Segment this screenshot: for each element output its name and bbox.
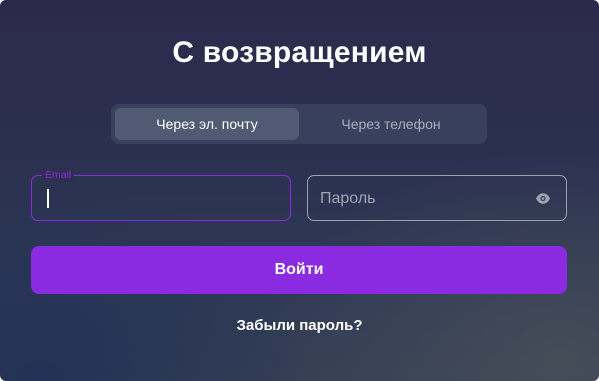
login-button[interactable]: Войти (31, 246, 567, 294)
login-method-tabs: Через эл. почту Через телефон (111, 104, 487, 144)
text-cursor (47, 189, 49, 208)
tab-phone[interactable]: Через телефон (299, 108, 483, 140)
login-card: С возвращением Через эл. почту Через тел… (0, 0, 599, 381)
forgot-password-link[interactable]: Забыли пароль? (0, 317, 599, 334)
email-field[interactable]: Email (31, 168, 291, 221)
password-field[interactable]: Пароль (307, 175, 567, 221)
eye-icon[interactable] (535, 192, 551, 205)
email-label: Email (42, 168, 75, 182)
password-placeholder: Пароль (320, 190, 376, 207)
page-title: С возвращением (172, 36, 427, 69)
tab-email[interactable]: Через эл. почту (115, 108, 299, 140)
